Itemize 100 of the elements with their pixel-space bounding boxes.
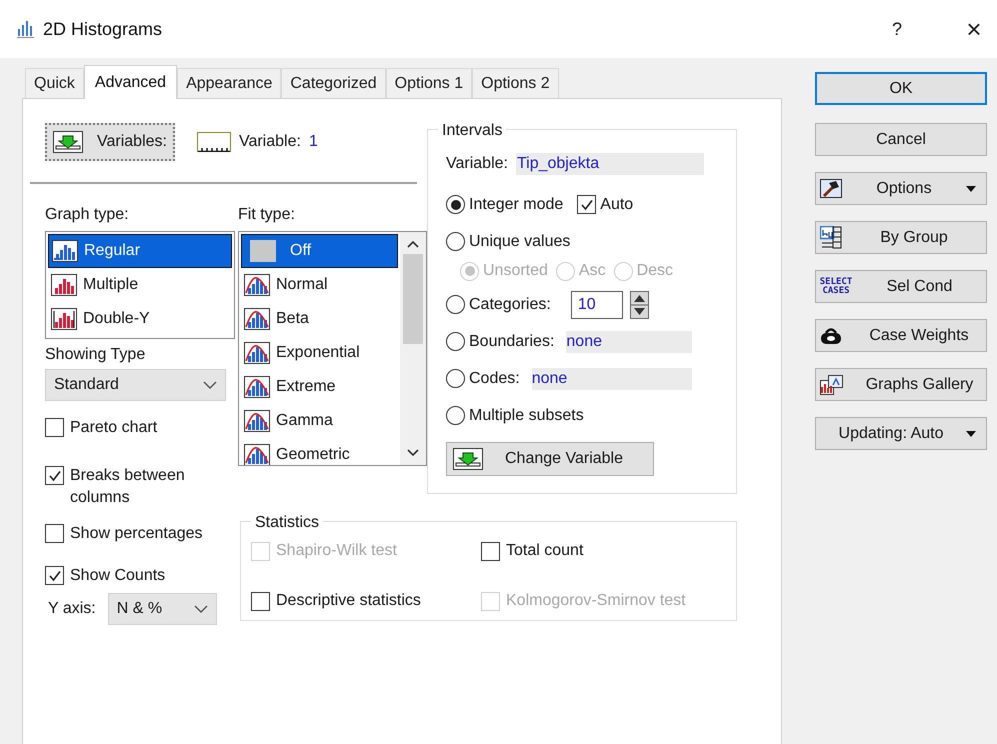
scrollbar[interactable]	[400, 232, 426, 465]
histogram-curve-icon	[244, 308, 270, 330]
option-label: Codes:	[469, 368, 520, 388]
select-cases-icon: SELECT CASES	[819, 278, 853, 296]
tab[interactable]: Quick	[25, 68, 84, 98]
histogram-curve-icon	[244, 410, 270, 432]
option-label: Desc	[636, 261, 674, 281]
variable-count: 1	[308, 132, 318, 152]
histogram-curve-icon	[244, 274, 270, 296]
option-label: Pareto chart	[70, 418, 158, 438]
ruler-icon	[196, 132, 231, 152]
window-title: 2D Histograms	[43, 18, 162, 41]
tab[interactable]: Appearance	[177, 68, 282, 98]
scroll-thumb[interactable]	[403, 254, 423, 344]
option-label: Auto	[600, 194, 634, 214]
checkbox[interactable]	[45, 524, 64, 543]
checkmark-icon	[48, 468, 62, 482]
option-label: Unsorted	[483, 261, 548, 281]
weight-icon	[820, 326, 842, 345]
option-label: Multiple subsets	[469, 406, 584, 426]
section-label: Graph type:	[45, 205, 130, 225]
fit-type-list[interactable]: Off Normal Beta Exponential Extreme Gamma Geometric	[238, 231, 427, 466]
gallery-icon	[820, 374, 843, 394]
tab[interactable]: Options 2	[472, 68, 559, 98]
field-label: Y axis:	[48, 599, 96, 619]
option-label: Shapiro-Wilk test	[276, 541, 397, 561]
option-label: Show Counts	[70, 566, 166, 586]
option-label: Breaks between columns	[70, 466, 186, 508]
number-field[interactable]: 10	[570, 290, 623, 318]
radio-button[interactable]	[446, 332, 465, 351]
checkbox[interactable]	[481, 542, 500, 560]
dialog-button[interactable]: Graphs Gallery	[815, 368, 987, 401]
variable-label: Variable:	[238, 132, 301, 152]
checkbox[interactable]	[577, 195, 596, 214]
option-label: Categories:	[469, 294, 551, 314]
close-button[interactable]: ×	[954, 10, 994, 48]
scroll-down-icon	[407, 449, 419, 457]
list-item[interactable]: Gamma	[241, 404, 398, 438]
scroll-up-icon	[407, 240, 419, 248]
histogram-curve-icon	[244, 376, 270, 398]
histogram-icon	[51, 274, 77, 296]
dialog-button[interactable]: SELECT CASES Sel Cond	[815, 270, 987, 303]
list-item[interactable]: Off	[241, 234, 398, 268]
option-label: Asc	[578, 261, 606, 281]
checkmark-icon	[580, 198, 594, 212]
list-item[interactable]: Geometric	[241, 438, 398, 465]
option-label: Total count	[506, 541, 584, 561]
histogram-icon	[51, 308, 77, 330]
spinner-arrows-icon	[630, 290, 649, 318]
variables-button[interactable]: Variables:	[45, 122, 175, 160]
radio-button[interactable]	[446, 369, 465, 388]
radio-button[interactable]	[446, 406, 465, 425]
dialog-button[interactable]: Options	[815, 172, 987, 205]
radio-button[interactable]	[446, 195, 465, 214]
dialog-button[interactable]: Case Weights	[815, 319, 987, 352]
option-label: Boundaries:	[469, 332, 554, 352]
list-item[interactable]: Exponential	[241, 336, 398, 370]
list-item[interactable]: Normal	[241, 268, 398, 302]
checkmark-icon	[48, 568, 62, 582]
option-label: Integer mode	[469, 194, 564, 214]
grid-icon	[820, 226, 842, 249]
chevron-down-icon	[194, 605, 208, 613]
showing-type-dropdown[interactable]: Standard	[45, 369, 226, 401]
list-item[interactable]: Double-Y	[48, 302, 232, 336]
tab[interactable]: Advanced	[84, 65, 178, 99]
list-item[interactable]: Beta	[241, 302, 398, 336]
checkbox[interactable]	[45, 466, 64, 485]
value-field[interactable]: none	[566, 330, 692, 352]
tab[interactable]: Categorized	[281, 68, 386, 98]
variable-select-icon	[453, 448, 483, 470]
chevron-down-icon	[203, 381, 217, 389]
y-axis-dropdown[interactable]: N & %	[108, 593, 217, 625]
change-variable-button[interactable]: Change Variable	[446, 442, 654, 476]
value-field[interactable]: none	[532, 368, 692, 390]
checkbox[interactable]	[251, 592, 270, 610]
section-label: Fit type:	[238, 205, 296, 225]
dialog-button[interactable]: Cancel	[815, 123, 987, 156]
dialog-button[interactable]: By Group	[815, 221, 987, 254]
variable-select-icon	[53, 130, 83, 152]
chart-icon	[17, 20, 34, 38]
dialog-button[interactable]: Updating: Auto	[815, 417, 987, 450]
tab[interactable]: Options 1	[386, 68, 472, 98]
variable-label: Variable:	[446, 154, 508, 174]
radio-button[interactable]	[446, 232, 465, 251]
list-item[interactable]: Extreme	[241, 370, 398, 404]
list-item[interactable]: Multiple	[48, 268, 232, 302]
radio-button[interactable]	[446, 295, 465, 314]
histogram-icon	[52, 240, 78, 262]
hammer-icon	[820, 179, 842, 198]
graph-type-list[interactable]: Regular Multiple Double-Y	[45, 231, 235, 339]
variable-field[interactable]: Tip_objekta	[516, 153, 704, 175]
option-label: Kolmogorov-Smirnov test	[506, 591, 686, 611]
option-label: Show percentages	[70, 524, 204, 544]
option-label: Unique values	[469, 232, 570, 252]
dialog-button[interactable]: OK	[815, 72, 987, 105]
checkbox[interactable]	[45, 566, 64, 585]
histogram-curve-icon	[244, 342, 270, 364]
checkbox[interactable]	[45, 418, 64, 437]
list-item[interactable]: Regular	[48, 234, 232, 268]
help-button[interactable]: ?	[877, 16, 917, 42]
